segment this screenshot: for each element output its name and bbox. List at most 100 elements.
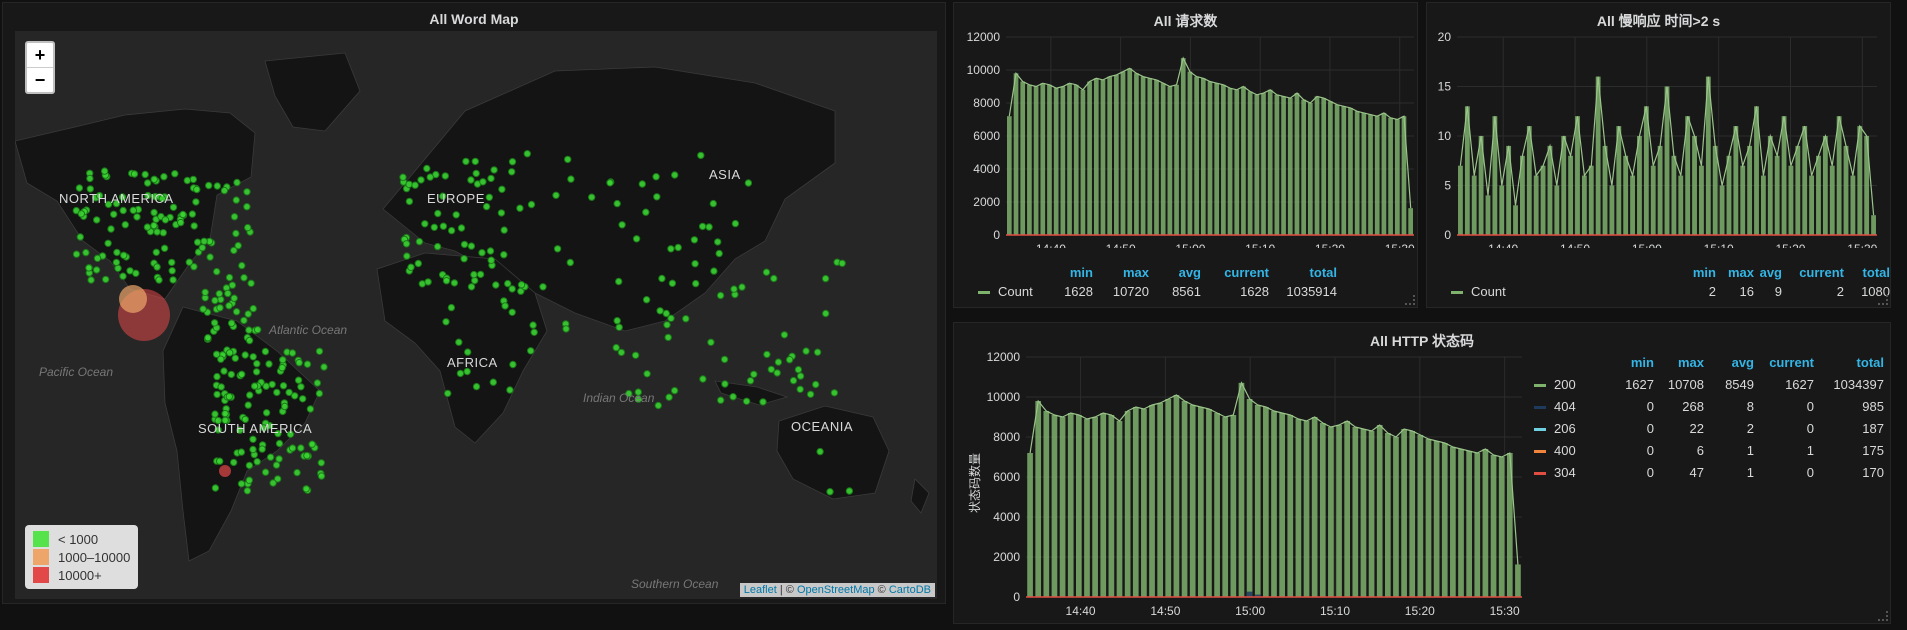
bar-Count (1774, 155, 1780, 235)
legend-value-cell: 985 (1862, 399, 1884, 414)
map-data-point (152, 248, 161, 257)
map-data-point (262, 409, 271, 417)
label-indian-ocean: Indian Ocean (583, 391, 655, 405)
map-data-point (220, 186, 229, 195)
bar-Count (1816, 155, 1821, 235)
map-data-point (275, 455, 283, 463)
y-tick-label: 12000 (987, 350, 1021, 364)
bar-Count (1194, 76, 1199, 235)
bar-Count (1609, 185, 1615, 235)
map-data-point (112, 258, 121, 267)
map-data-point (527, 347, 535, 355)
bar-200 (1043, 411, 1050, 597)
y-tick-label: 5 (1444, 179, 1451, 193)
bar-Count (1234, 89, 1240, 235)
map-data-point (210, 319, 219, 327)
map-data-point (467, 283, 476, 291)
legend-series-name[interactable]: 206 (1554, 421, 1576, 436)
resize-handle[interactable] (1405, 295, 1415, 305)
map-data-point (472, 382, 481, 391)
legend-series-name[interactable]: Count (1471, 284, 1506, 299)
map-data-point (434, 209, 442, 218)
map-data-point (692, 279, 700, 288)
map-data-point (794, 365, 803, 374)
map-data-point (588, 193, 596, 201)
map-data-point (243, 487, 252, 495)
y-tick-label: 12000 (967, 30, 1001, 44)
x-tick-label: 15:20 (1405, 604, 1435, 618)
map-data-point (643, 370, 651, 378)
map-data-point (150, 208, 158, 217)
map-data-point (720, 355, 729, 364)
bar-Count (1740, 165, 1746, 235)
legend-series-name[interactable]: Count (998, 284, 1033, 299)
legend-value-current: 1628 (1240, 284, 1269, 299)
bar-Count (1533, 175, 1539, 235)
map-data-point (617, 348, 626, 357)
map-data-point (460, 255, 468, 263)
map-data-point (746, 377, 755, 385)
bar-Count (1850, 175, 1856, 235)
osm-link[interactable]: OpenStreetMap (797, 584, 875, 596)
carto-link[interactable]: CartoDB (889, 584, 931, 596)
map-canvas[interactable] (15, 31, 937, 599)
map-data-point (211, 484, 220, 492)
bar-Count (1174, 84, 1179, 235)
map-data-point (213, 390, 221, 399)
slow-response-chart[interactable]: 0 5 10 15 20 14:40 14:50 15:00 15:10 15:20 15:30 (1427, 3, 1892, 248)
bar-200 (1254, 405, 1261, 597)
map-data-point (315, 389, 324, 398)
map-data-point (501, 302, 509, 310)
bar-Count (1167, 86, 1173, 235)
legend-series-name[interactable]: 304 (1554, 465, 1576, 480)
x-tick-label: 15:10 (1704, 242, 1734, 248)
map-data-point (120, 251, 128, 260)
map-data-point (279, 356, 287, 364)
bar-Count (1033, 86, 1039, 235)
legend-value-cell: 0 (1806, 465, 1814, 480)
legend-series-name[interactable]: 200 (1554, 377, 1576, 392)
map-data-point (487, 256, 495, 264)
bar-200 (1165, 399, 1172, 597)
zoom-out-button[interactable]: − (27, 68, 53, 92)
map-data-point (402, 240, 411, 248)
map-data-point (107, 225, 115, 233)
bar-Count (1485, 195, 1491, 235)
bar-200 (1311, 417, 1318, 597)
world-map[interactable]: + − NORTH AMERICA EUROPE ASIA AFRICA SOU… (15, 31, 937, 599)
bar-200 (1490, 455, 1497, 597)
legend-series-name[interactable]: 400 (1554, 443, 1576, 458)
map-data-point (716, 291, 725, 300)
bar-200 (1433, 441, 1440, 597)
map-data-point (564, 155, 572, 164)
y-tick-label: 4000 (973, 162, 1000, 176)
bar-200 (1059, 417, 1066, 597)
map-data-point (456, 369, 465, 378)
bar-Count (1374, 116, 1380, 235)
y-tick-label: 10000 (967, 63, 1001, 77)
map-data-point (813, 348, 822, 356)
http-status-chart[interactable]: 0 2000 4000 6000 8000 10000 12000 14:40 14:50 15:… (954, 323, 1524, 625)
map-data-point (509, 360, 517, 369)
attrib-sep: © (874, 584, 889, 596)
bar-200 (1084, 419, 1090, 597)
legend-series-name[interactable]: 404 (1554, 399, 1576, 414)
bar-Count (1020, 81, 1026, 235)
greenland-land (264, 52, 361, 132)
bar-200 (1425, 439, 1432, 597)
leaflet-link[interactable]: Leaflet (744, 584, 777, 596)
map-data-point (658, 274, 666, 283)
zoom-in-button[interactable]: + (27, 43, 53, 68)
map-data-point (415, 237, 424, 246)
map-data-point (462, 157, 470, 166)
resize-handle[interactable] (1878, 611, 1888, 621)
bar-Count (1140, 76, 1146, 235)
map-data-point (238, 370, 246, 378)
map-panel-title[interactable]: All Word Map (3, 11, 945, 27)
map-data-point (133, 213, 141, 221)
map-data-point (76, 233, 85, 241)
bar-Count (1301, 99, 1306, 235)
resize-handle[interactable] (1878, 295, 1888, 305)
legend-header-min: min (1069, 265, 1093, 280)
requests-chart[interactable]: 0 2000 4000 6000 8000 10000 12000 14:40 14:50 15:… (954, 3, 1419, 248)
